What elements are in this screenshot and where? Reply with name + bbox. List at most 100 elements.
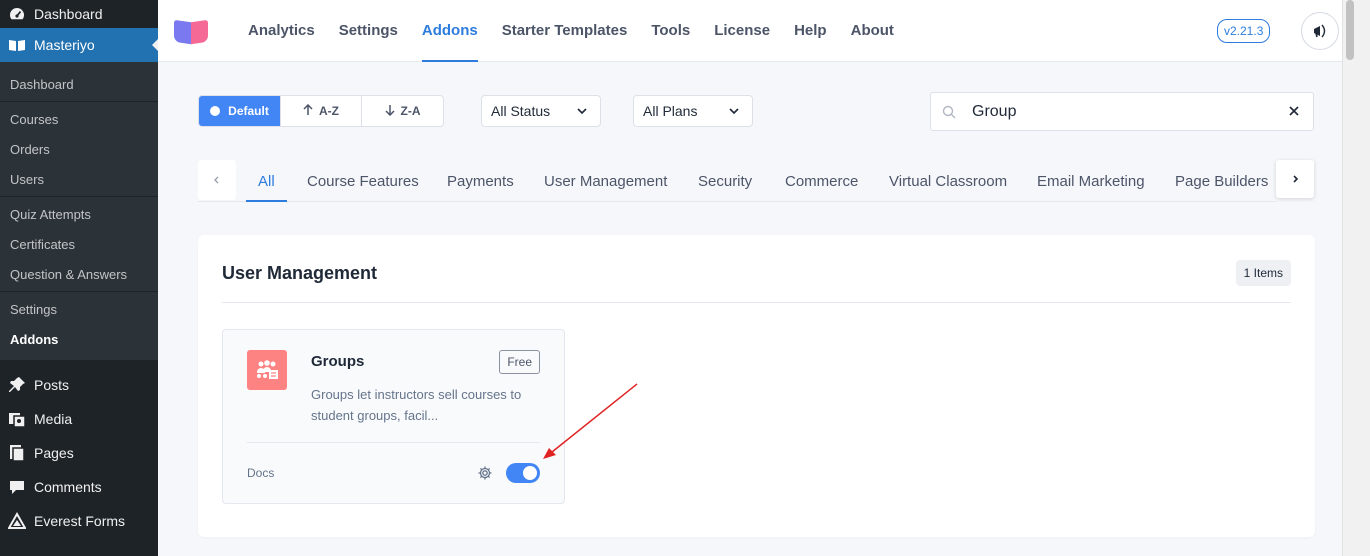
search-icon bbox=[942, 105, 958, 119]
masteriyo-submenu: Dashboard Courses Orders Users Quiz Atte… bbox=[0, 62, 158, 360]
comment-icon bbox=[8, 478, 26, 496]
submenu-settings[interactable]: Settings bbox=[0, 294, 158, 324]
tabs-next-button[interactable] bbox=[1276, 160, 1314, 198]
masteriyo-logo[interactable] bbox=[174, 15, 210, 47]
addon-search bbox=[930, 92, 1314, 131]
submenu-addons[interactable]: Addons bbox=[0, 324, 158, 354]
tab-user-management[interactable]: User Management bbox=[544, 160, 667, 202]
wp-main-menu: Posts Media Pages Comments Everest Forms bbox=[0, 360, 158, 538]
sort-az-button[interactable]: A-Z bbox=[281, 96, 362, 126]
section-divider bbox=[222, 302, 1291, 303]
submenu-orders[interactable]: Orders bbox=[0, 134, 158, 164]
wp-menu-media[interactable]: Media bbox=[0, 402, 158, 436]
divider bbox=[0, 196, 158, 197]
tab-security[interactable]: Security bbox=[698, 160, 752, 202]
tab-virtual-classroom[interactable]: Virtual Classroom bbox=[889, 160, 1007, 202]
wp-menu-pages[interactable]: Pages bbox=[0, 436, 158, 470]
nav-addons[interactable]: Addons bbox=[421, 0, 478, 62]
submenu-users[interactable]: Users bbox=[0, 164, 158, 194]
wp-menu-label: Media bbox=[34, 411, 73, 427]
wp-menu-label: Comments bbox=[34, 479, 102, 495]
addon-enable-toggle[interactable] bbox=[506, 463, 540, 483]
main-nav: Analytics Settings Addons Starter Templa… bbox=[248, 0, 918, 62]
chevron-down-icon bbox=[576, 104, 588, 120]
tab-course-features[interactable]: Course Features bbox=[307, 160, 419, 202]
sort-za-button[interactable]: Z-A bbox=[362, 96, 443, 126]
tab-payments[interactable]: Payments bbox=[447, 160, 514, 202]
wp-admin-sidebar: Dashboard Masteriyo Dashboard Courses Or… bbox=[0, 0, 158, 556]
nav-license[interactable]: License bbox=[714, 0, 770, 62]
tab-email-marketing[interactable]: Email Marketing bbox=[1037, 160, 1145, 202]
chevron-right-icon bbox=[1293, 175, 1299, 183]
sort-filter-bar: Default A-Z Z-A bbox=[198, 95, 444, 127]
sort-default-button[interactable]: Default bbox=[199, 96, 281, 126]
plans-select[interactable]: All Plans bbox=[633, 95, 753, 127]
wp-menu-label: Pages bbox=[34, 445, 74, 461]
tab-all[interactable]: All bbox=[246, 160, 287, 202]
everest-forms-icon bbox=[8, 512, 26, 530]
scrollbar-thumb[interactable] bbox=[1346, 0, 1354, 60]
section-title: User Management bbox=[222, 263, 378, 283]
submenu-question-answers[interactable]: Question & Answers bbox=[0, 259, 158, 289]
book-open-icon bbox=[8, 36, 26, 54]
clear-search-icon[interactable] bbox=[1287, 104, 1301, 123]
tabs-prev-button[interactable] bbox=[198, 160, 236, 200]
submenu-courses[interactable]: Courses bbox=[0, 104, 158, 134]
arrow-down-icon bbox=[384, 104, 395, 119]
submenu-certificates[interactable]: Certificates bbox=[0, 229, 158, 259]
gear-icon[interactable] bbox=[477, 465, 493, 486]
divider bbox=[0, 101, 158, 102]
wp-menu-comments[interactable]: Comments bbox=[0, 470, 158, 504]
radio-dot-icon bbox=[210, 106, 221, 116]
submenu-dashboard[interactable]: Dashboard bbox=[0, 69, 158, 99]
divider bbox=[0, 291, 158, 292]
tab-page-builders[interactable]: Page Builders bbox=[1175, 160, 1268, 202]
wp-menu-label: Everest Forms bbox=[34, 513, 126, 529]
version-badge[interactable]: v2.21.3 bbox=[1217, 19, 1271, 43]
wp-menu-label: Posts bbox=[34, 377, 70, 393]
wp-menu-dashboard[interactable]: Dashboard bbox=[0, 0, 158, 27]
addon-divider bbox=[247, 442, 540, 443]
status-select[interactable]: All Status bbox=[481, 95, 601, 127]
pin-icon bbox=[8, 376, 26, 394]
submenu-quiz-attempts[interactable]: Quiz Attempts bbox=[0, 199, 158, 229]
status-select-value: All Status bbox=[491, 103, 551, 119]
wp-menu-label: Dashboard bbox=[34, 5, 103, 22]
dashboard-icon bbox=[8, 5, 26, 23]
megaphone-icon bbox=[1314, 24, 1326, 38]
chevron-down-icon bbox=[728, 104, 740, 120]
plan-badge: Free bbox=[499, 350, 540, 374]
wp-menu-masteriyo[interactable]: Masteriyo bbox=[0, 28, 158, 62]
groups-icon bbox=[247, 350, 287, 390]
sort-label: Z-A bbox=[400, 104, 421, 118]
nav-tools[interactable]: Tools bbox=[651, 0, 690, 62]
addon-section-card: User Management 1 Items Groups Free Grou… bbox=[198, 235, 1315, 537]
addon-name: Groups bbox=[311, 353, 365, 370]
nav-analytics[interactable]: Analytics bbox=[248, 0, 315, 62]
sort-label: Default bbox=[228, 104, 269, 118]
nav-starter-templates[interactable]: Starter Templates bbox=[502, 0, 628, 62]
nav-settings[interactable]: Settings bbox=[339, 0, 398, 62]
arrow-up-icon bbox=[303, 103, 313, 119]
category-tabs: All Course Features Payments User Manage… bbox=[198, 160, 1314, 202]
plans-select-value: All Plans bbox=[643, 103, 698, 119]
nav-about[interactable]: About bbox=[851, 0, 894, 62]
tab-commerce[interactable]: Commerce bbox=[785, 160, 858, 202]
masteriyo-header: Analytics Settings Addons Starter Templa… bbox=[158, 0, 1356, 62]
wp-menu-label: Masteriyo bbox=[34, 37, 95, 53]
toggle-knob bbox=[523, 466, 537, 480]
search-input[interactable] bbox=[972, 102, 1272, 121]
page-scrollbar[interactable] bbox=[1342, 0, 1356, 556]
sort-group: Default A-Z Z-A bbox=[198, 95, 444, 127]
wp-menu-posts[interactable]: Posts bbox=[0, 368, 158, 402]
items-count-badge: 1 Items bbox=[1235, 260, 1291, 286]
masteriyo-addons-page: Analytics Settings Addons Starter Templa… bbox=[158, 0, 1356, 556]
media-icon bbox=[8, 410, 26, 428]
user-avatar[interactable] bbox=[1301, 12, 1339, 50]
wp-menu-everest-forms[interactable]: Everest Forms bbox=[0, 504, 158, 538]
addon-card-groups: Groups Free Groups let instructors sell … bbox=[222, 329, 565, 504]
addon-description: Groups let instructors sell courses to s… bbox=[311, 387, 522, 423]
chevron-left-icon bbox=[214, 176, 219, 184]
docs-link[interactable]: Docs bbox=[247, 466, 274, 480]
nav-help[interactable]: Help bbox=[794, 0, 827, 62]
